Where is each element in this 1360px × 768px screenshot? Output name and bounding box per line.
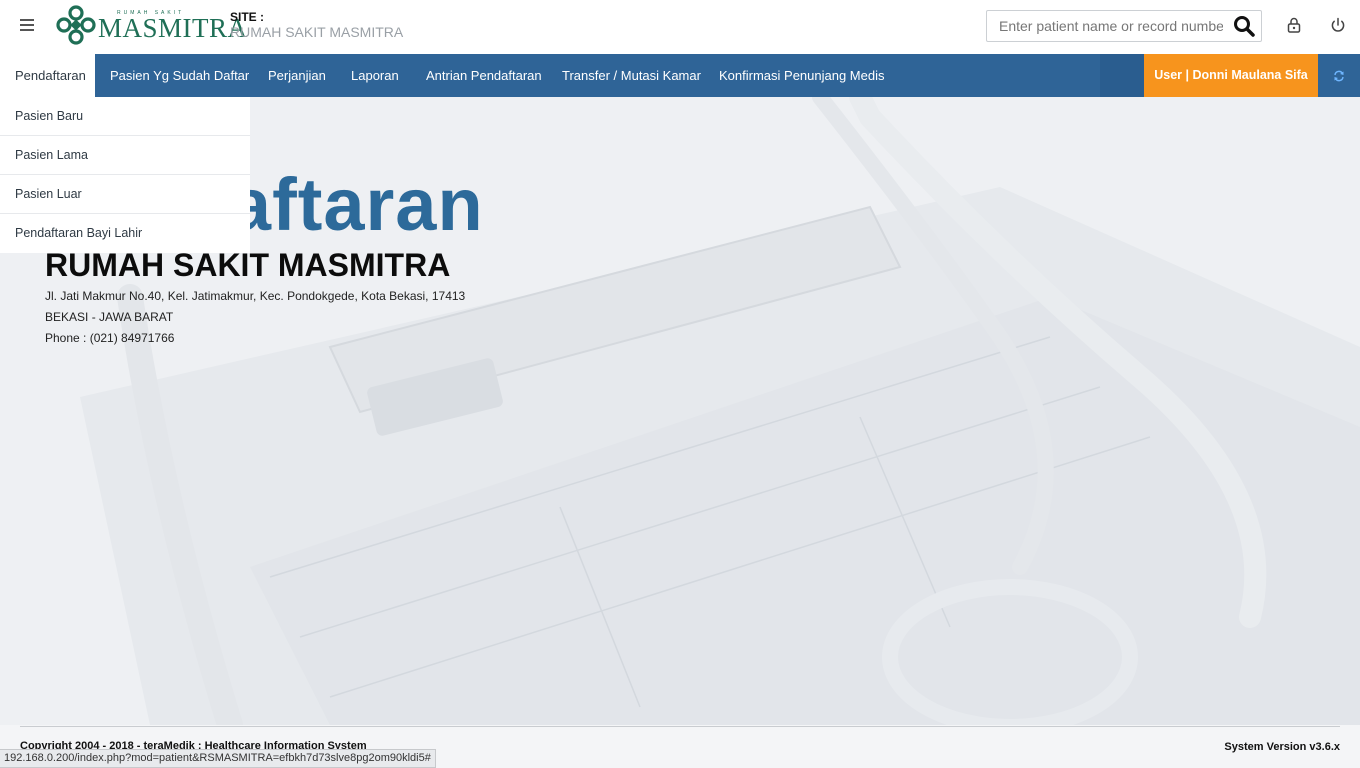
nav-spacer [1100,54,1144,97]
site-info: SITE : RUMAH SAKIT MASMITRA [230,10,403,40]
hospital-address: Jl. Jati Makmur No.40, Kel. Jatimakmur, … [45,289,466,303]
patient-search-input[interactable] [987,11,1223,41]
browser-status-url: 192.168.0.200/index.php?mod=patient&RSMA… [0,749,436,768]
top-header: RUMAH SAKIT MASMITRA SITE : RUMAH SAKIT … [0,0,1360,54]
site-label: SITE : [230,10,265,24]
nav-item-laporan[interactable]: Laporan [336,54,414,97]
hospital-logo[interactable]: RUMAH SAKIT MASMITRA [55,4,247,48]
nav-item-transfer-mutasi-kamar[interactable]: Transfer / Mutasi Kamar [547,54,716,97]
main-navbar: Pendaftaran Pasien Yg Sudah Daftar Perja… [0,54,1360,97]
hospital-name: RUMAH SAKIT MASMITRA [45,247,451,283]
nav-item-antrian-pendaftaran[interactable]: Antrian Pendaftaran [411,54,557,97]
nav-item-pasien-yg-sudah-daftar[interactable]: Pasien Yg Sudah Daftar [95,54,264,97]
hospital-phone: Phone : (021) 84971766 [45,331,175,345]
dropdown-item-pasien-luar[interactable]: Pasien Luar [0,175,250,214]
pendaftaran-dropdown: Pasien Baru Pasien Lama Pasien Luar Pend… [0,97,250,253]
hospital-city: BEKASI - JAWA BARAT [45,310,174,324]
nav-item-konfirmasi-penunjang-medis[interactable]: Konfirmasi Penunjang Medis [704,54,899,97]
refresh-icon[interactable] [1318,54,1360,97]
logo-emblem-icon [56,5,96,45]
system-version: System Version v3.6.x [1224,741,1340,753]
footer-divider [20,726,1340,727]
user-menu-button[interactable]: User | Donni Maulana Sifa [1144,54,1318,97]
hamburger-menu-icon[interactable] [20,19,34,31]
nav-item-pendaftaran[interactable]: Pendaftaran [0,54,95,97]
search-icon[interactable] [1233,15,1257,37]
logo-wordmark: MASMITRA [98,13,248,43]
patient-search [986,10,1262,42]
nav-item-perjanjian[interactable]: Perjanjian [253,54,341,97]
power-icon[interactable] [1329,16,1347,34]
lock-icon[interactable] [1285,16,1303,34]
dropdown-item-pasien-baru[interactable]: Pasien Baru [0,97,250,136]
site-value: RUMAH SAKIT MASMITRA [230,24,404,40]
dropdown-item-pasien-lama[interactable]: Pasien Lama [0,136,250,175]
